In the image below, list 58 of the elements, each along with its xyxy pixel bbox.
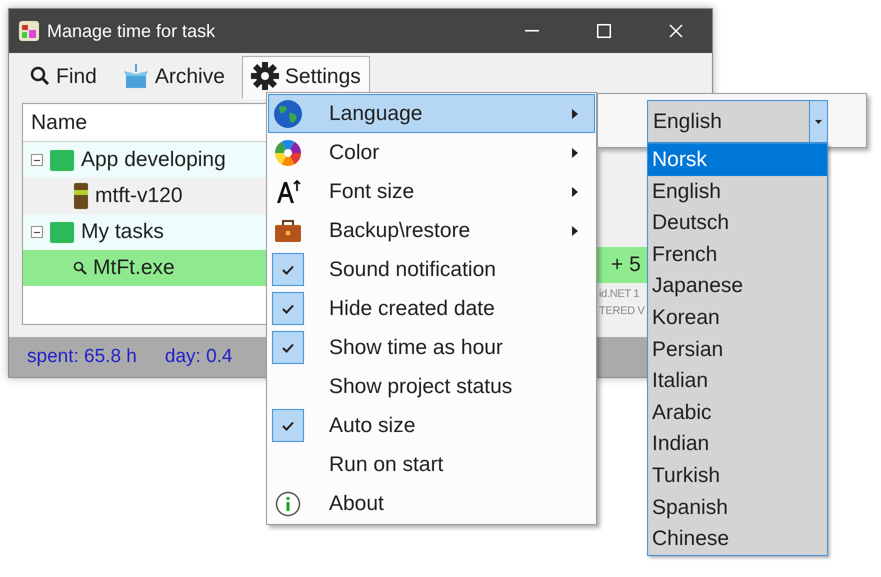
collapse-toggle[interactable] xyxy=(31,226,43,238)
dropdown-option[interactable]: Turkish xyxy=(648,460,827,492)
globe-icon xyxy=(273,98,303,128)
checkbox[interactable] xyxy=(272,292,304,325)
dropdown-option[interactable]: Italian xyxy=(648,365,827,397)
dropdown-option[interactable]: Persian xyxy=(648,334,827,366)
status-text: day: 0.4 xyxy=(164,344,232,369)
checkbox[interactable] xyxy=(272,253,304,286)
dropdown-option[interactable]: English xyxy=(648,176,827,208)
checkbox[interactable] xyxy=(272,409,304,442)
row-label: mtft-v120 xyxy=(95,183,183,210)
checkbox[interactable] xyxy=(272,331,304,364)
folder-icon xyxy=(49,148,75,172)
color-wheel-icon xyxy=(274,138,302,166)
gear-icon xyxy=(250,62,279,90)
column-header[interactable]: Name xyxy=(31,106,88,138)
close-icon xyxy=(669,24,683,38)
dropdown-option[interactable]: Arabic xyxy=(648,396,827,428)
dropdown-option[interactable]: Indian xyxy=(648,428,827,460)
notice-text: id.NET 1 xyxy=(599,287,640,302)
check-icon xyxy=(282,304,294,314)
row-label: App developing xyxy=(81,147,226,174)
briefcase-icon xyxy=(274,218,302,242)
language-dropdown[interactable]: English xyxy=(647,100,828,143)
check-icon xyxy=(282,264,294,274)
search-icon xyxy=(30,66,50,86)
menu-item[interactable]: Language xyxy=(268,94,595,133)
menu-item[interactable]: About xyxy=(268,484,595,523)
toolbar-tab[interactable]: Find xyxy=(21,56,106,99)
menu-item[interactable]: Auto size xyxy=(268,406,595,445)
status-text: spent: 65.8 h xyxy=(27,344,137,369)
minimize-icon xyxy=(525,30,539,32)
box-icon xyxy=(122,63,149,90)
dropdown-option[interactable]: Spanish xyxy=(648,492,827,524)
search-icon xyxy=(73,261,87,275)
info-icon xyxy=(275,490,301,516)
maximize-icon xyxy=(597,24,611,38)
menu-item[interactable]: Show project status xyxy=(268,367,595,406)
check-icon xyxy=(282,420,294,430)
book-icon xyxy=(73,182,89,210)
menu-item[interactable]: Run on start xyxy=(268,445,595,484)
font-size-icon xyxy=(275,178,301,204)
dropdown-option[interactable]: Norsk xyxy=(648,144,827,176)
row-label: MtFt.exe xyxy=(93,255,175,282)
app-icon xyxy=(19,21,39,41)
menu-item[interactable]: Hide created date xyxy=(268,289,595,328)
notice-text: TERED V xyxy=(599,304,645,319)
toolbar-tab[interactable]: Archive xyxy=(114,56,234,99)
dropdown-option[interactable]: Chinese xyxy=(648,523,827,555)
menu-item[interactable]: Show time as hour xyxy=(268,328,595,367)
row-label: My tasks xyxy=(81,219,164,246)
dropdown-arrow-icon xyxy=(815,120,822,124)
dropdown-option[interactable]: Deutsch xyxy=(648,207,827,239)
folder-icon xyxy=(49,220,75,244)
window-title: Manage time for task xyxy=(47,20,216,43)
collapse-toggle[interactable] xyxy=(31,154,43,166)
check-icon xyxy=(282,342,294,352)
dropdown-option[interactable]: Korean xyxy=(648,302,827,334)
